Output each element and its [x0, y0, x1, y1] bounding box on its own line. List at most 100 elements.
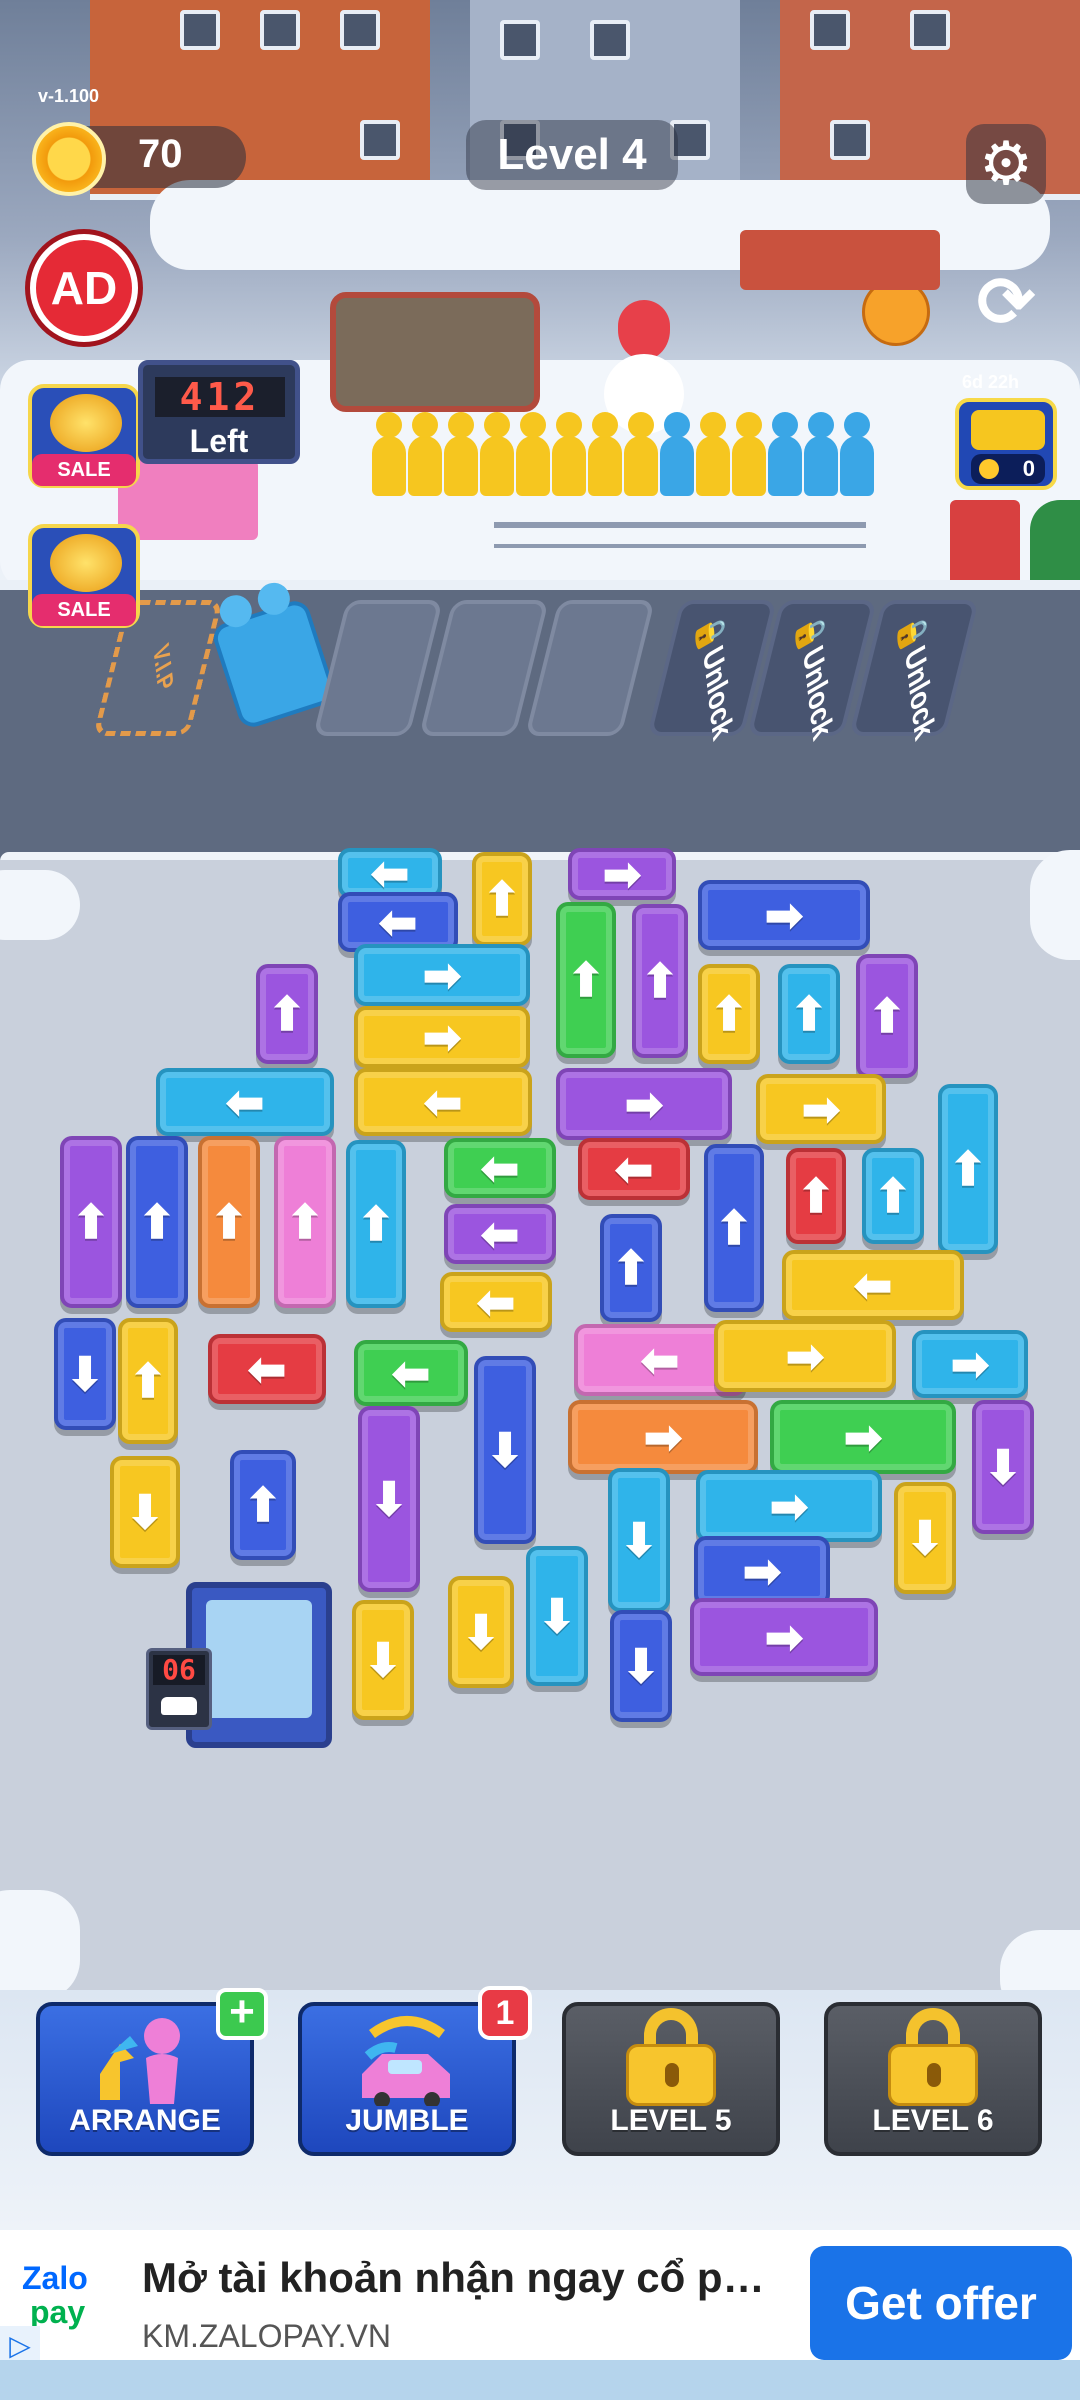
red-vehicle-left[interactable]: ⬅ [578, 1138, 690, 1200]
window [260, 10, 300, 50]
red-vehicle-left[interactable]: ⬅ [208, 1334, 326, 1404]
cyan-vehicle-up[interactable]: ⬆ [778, 964, 840, 1064]
blue-vehicle-left[interactable]: ⬅ [338, 892, 458, 952]
blue-vehicle-up[interactable]: ⬆ [600, 1214, 662, 1322]
snow-pile [1030, 850, 1080, 960]
blue-vehicle-right[interactable]: ➡ [694, 1536, 830, 1606]
purple-vehicle-right[interactable]: ➡ [568, 848, 676, 900]
yellow-vehicle-left[interactable]: ⬅ [354, 1068, 532, 1136]
arrow-left-icon: ⬅ [247, 1343, 287, 1395]
gift-box [950, 500, 1020, 590]
cyan-vehicle-up[interactable]: ⬆ [346, 1140, 406, 1308]
ad-url[interactable]: KM.ZALOPAY.VN [142, 2318, 391, 2355]
purple-vehicle-down[interactable]: ⬇ [358, 1406, 420, 1592]
arrow-up-icon: ⬆ [482, 873, 522, 925]
yellow-vehicle-right[interactable]: ➡ [354, 1006, 530, 1068]
orange-vehicle-right[interactable]: ➡ [568, 1400, 758, 1474]
blue-vehicle-down[interactable]: ⬇ [610, 1610, 672, 1722]
cyan-vehicle-up[interactable]: ⬆ [862, 1148, 924, 1244]
purple-vehicle-up[interactable]: ⬆ [632, 904, 688, 1058]
yellow-vehicle-right[interactable]: ➡ [756, 1074, 886, 1144]
purple-vehicle-right[interactable]: ➡ [690, 1598, 878, 1676]
bus-event-button[interactable]: 0 [955, 398, 1057, 490]
garage-door [206, 1600, 312, 1718]
cyan-vehicle-down[interactable]: ⬇ [608, 1468, 670, 1612]
cyan-vehicle-left[interactable]: ⬅ [338, 847, 442, 899]
yellow-vehicle-right[interactable]: ➡ [714, 1320, 896, 1392]
add-arrange-icon[interactable]: + [216, 1988, 268, 2040]
red-vehicle-up[interactable]: ⬆ [786, 1148, 846, 1244]
queue-passenger [696, 412, 730, 496]
cyan-vehicle-right[interactable]: ➡ [354, 944, 530, 1006]
arrow-up-icon: ⬆ [267, 988, 307, 1040]
purple-vehicle-right[interactable]: ➡ [556, 1068, 732, 1140]
yellow-vehicle-down[interactable]: ⬇ [894, 1482, 956, 1594]
arrow-left-icon: ⬅ [423, 1076, 463, 1128]
blue-vehicle-up[interactable]: ⬆ [704, 1144, 764, 1312]
yellow-vehicle-up[interactable]: ⬆ [698, 964, 760, 1064]
pink-vehicle-up[interactable]: ⬆ [274, 1136, 336, 1308]
vip-label: V.I.P [148, 639, 179, 697]
zalopay-logo: Zalo pay [22, 2260, 112, 2336]
purple-vehicle-up[interactable]: ⬆ [256, 964, 318, 1064]
arrow-up-icon: ⬆ [71, 1196, 111, 1248]
blue-vehicle-down[interactable]: ⬇ [54, 1318, 116, 1430]
sale-label: SALE [32, 454, 136, 486]
yellow-vehicle-up[interactable]: ⬆ [472, 852, 532, 946]
blue-vehicle-right[interactable]: ➡ [698, 880, 870, 950]
arrow-right-icon: ➡ [602, 848, 642, 900]
sale-label: SALE [32, 594, 136, 626]
arrow-down-icon: ⬇ [369, 1473, 409, 1525]
cyan-vehicle-up[interactable]: ⬆ [938, 1084, 998, 1254]
ad-title[interactable]: Mở tài khoản nhận ngay cổ phi... [142, 2254, 782, 2302]
garage-count: 06 [153, 1655, 205, 1685]
purple-vehicle-left[interactable]: ⬅ [444, 1204, 556, 1264]
remove-ads-button[interactable]: AD [30, 234, 138, 342]
green-vehicle-left[interactable]: ⬅ [354, 1340, 468, 1406]
restart-button[interactable]: ⟳ [966, 262, 1046, 342]
orange-vehicle-up[interactable]: ⬆ [198, 1136, 260, 1308]
arrow-up-icon: ⬆ [356, 1198, 396, 1250]
cyan-vehicle-left[interactable]: ⬅ [156, 1068, 334, 1136]
green-vehicle-left[interactable]: ⬅ [444, 1138, 556, 1198]
green-vehicle-right[interactable]: ➡ [770, 1400, 956, 1474]
green-vehicle-up[interactable]: ⬆ [556, 902, 616, 1058]
yellow-vehicle-down[interactable]: ⬇ [448, 1576, 514, 1688]
arrow-right-icon: ➡ [764, 1611, 804, 1663]
cyan-vehicle-down[interactable]: ⬇ [526, 1546, 588, 1686]
get-offer-button[interactable]: Get offer [810, 2246, 1072, 2360]
settings-button[interactable]: ⚙ [966, 124, 1046, 204]
coins-bundle-icon [50, 394, 122, 452]
cyan-vehicle-right[interactable]: ➡ [912, 1330, 1028, 1398]
window [500, 20, 540, 60]
queue-passenger [840, 412, 874, 496]
blue-vehicle-up[interactable]: ⬆ [230, 1450, 296, 1560]
purple-vehicle-up[interactable]: ⬆ [60, 1136, 122, 1308]
unlock-label: 🔒Unlock [793, 607, 839, 746]
queue-passenger [480, 412, 514, 496]
yellow-vehicle-left[interactable]: ⬅ [782, 1250, 964, 1320]
yellow-vehicle-left[interactable]: ⬅ [440, 1272, 552, 1332]
blue-vehicle-down[interactable]: ⬇ [474, 1356, 536, 1544]
bus-icon [971, 410, 1045, 450]
purple-vehicle-down[interactable]: ⬇ [972, 1400, 1034, 1534]
event-timer: 6d 22h [962, 372, 1020, 392]
queue-passenger [408, 412, 442, 496]
window [810, 10, 850, 50]
blue-vehicle-up[interactable]: ⬆ [126, 1136, 188, 1308]
arrow-up-icon: ⬆ [867, 990, 907, 1042]
sale-offer-button[interactable]: SALE [28, 524, 140, 628]
yellow-vehicle-down[interactable]: ⬇ [352, 1600, 414, 1720]
queue-passenger [588, 412, 622, 496]
purple-vehicle-up[interactable]: ⬆ [856, 954, 918, 1078]
cyan-vehicle-right[interactable]: ➡ [696, 1470, 882, 1542]
arrow-right-icon: ➡ [624, 1078, 664, 1130]
arrow-down-icon: ⬇ [621, 1640, 661, 1692]
yellow-vehicle-down[interactable]: ⬇ [110, 1456, 180, 1568]
yellow-vehicle-up[interactable]: ⬆ [118, 1318, 178, 1444]
arrow-up-icon: ⬆ [709, 988, 749, 1040]
sale-offer-button[interactable]: SALE [28, 384, 140, 488]
arrow-right-icon: ➡ [785, 1330, 825, 1382]
arrow-left-icon: ⬅ [480, 1208, 520, 1260]
lock-icon [888, 2008, 978, 2106]
